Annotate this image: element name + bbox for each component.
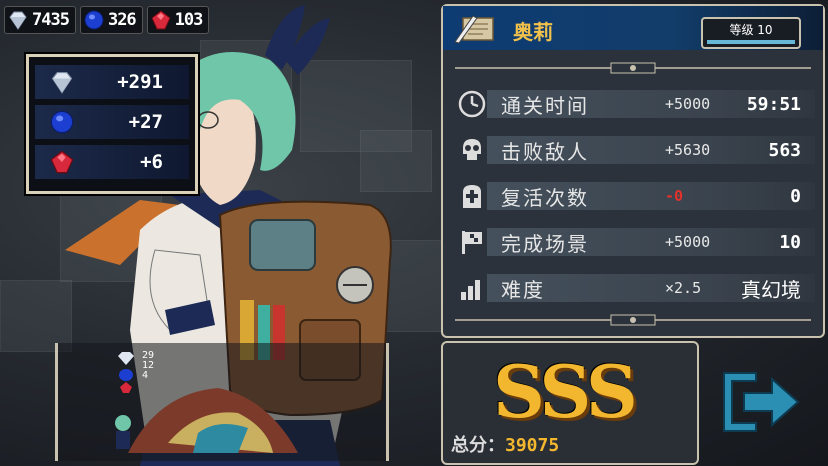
stat-value: 59:51 [746, 93, 801, 115]
stat-row-scenes-completed: 完成场景 +5000 10 [457, 224, 815, 260]
reward-sapphire-amount: +27 [128, 111, 163, 133]
loot-pile [115, 388, 298, 453]
ornate-divider [455, 314, 811, 326]
stat-bonus: -0 [665, 187, 684, 205]
reward-row-diamond: +291 [35, 65, 189, 99]
diamond-icon [9, 11, 27, 30]
scroll-quill-icon [454, 15, 494, 44]
character-header: 奥莉 等级 10 [443, 6, 823, 50]
level-progress-bar [707, 40, 795, 44]
clock-icon [457, 89, 487, 119]
stat-value: 0 [790, 185, 801, 207]
stat-row-clear-time: 通关时间 +5000 59:51 [457, 86, 815, 122]
result-panel: 奥莉 等级 10 通关时间 +5000 59:51 击败敌人 +5630 563 [441, 4, 825, 338]
ornate-divider [455, 62, 811, 74]
character-name: 奥莉 [513, 20, 553, 44]
total-score-label: 总分： [451, 435, 505, 456]
skull-icon [457, 135, 487, 165]
stat-bonus: +5000 [665, 95, 711, 113]
stat-value: 563 [768, 139, 801, 161]
stat-label: 复活次数 [501, 185, 589, 210]
total-score-value: 39075 [505, 435, 560, 456]
reward-row-ruby: +6 [35, 145, 189, 179]
stat-row-difficulty: 难度 ×2.5 真幻境 [457, 270, 815, 306]
sapphire-icon [50, 110, 74, 134]
stat-bonus: +5630 [665, 141, 711, 159]
total-score: 总分：39075 [451, 431, 559, 457]
flag-icon [457, 227, 487, 257]
ruby-icon [50, 150, 74, 174]
rank-grade: SSS [493, 349, 638, 434]
reward-diamond-amount: +291 [117, 71, 163, 93]
loot-scene: 29 12 4 [55, 343, 389, 461]
reward-popup: +291 +27 +6 [26, 54, 198, 194]
reward-row-sapphire: +27 [35, 105, 189, 139]
level-label: 等级 10 [729, 23, 773, 37]
stat-value: 真幻境 [741, 277, 801, 302]
stat-bonus: +5000 [665, 233, 711, 251]
difficulty-bars-icon [457, 273, 487, 303]
next-arrow-button[interactable] [720, 365, 802, 439]
stat-bonus: ×2.5 [665, 279, 702, 297]
score-panel: SSS 总分：39075 [441, 341, 699, 465]
tombstone-cross-icon [457, 181, 487, 211]
stat-label: 难度 [501, 277, 545, 302]
stat-row-enemies-defeated: 击败敌人 +5630 563 [457, 132, 815, 168]
stat-label: 完成场景 [501, 231, 589, 256]
level-badge: 等级 10 [701, 17, 801, 49]
stat-label: 通关时间 [501, 93, 589, 118]
stat-label: 击败敌人 [501, 139, 589, 164]
stat-row-revives: 复活次数 -0 0 [457, 178, 815, 214]
reward-ruby-amount: +6 [140, 151, 163, 173]
stat-value: 10 [779, 231, 801, 253]
diamond-icon [51, 71, 73, 94]
